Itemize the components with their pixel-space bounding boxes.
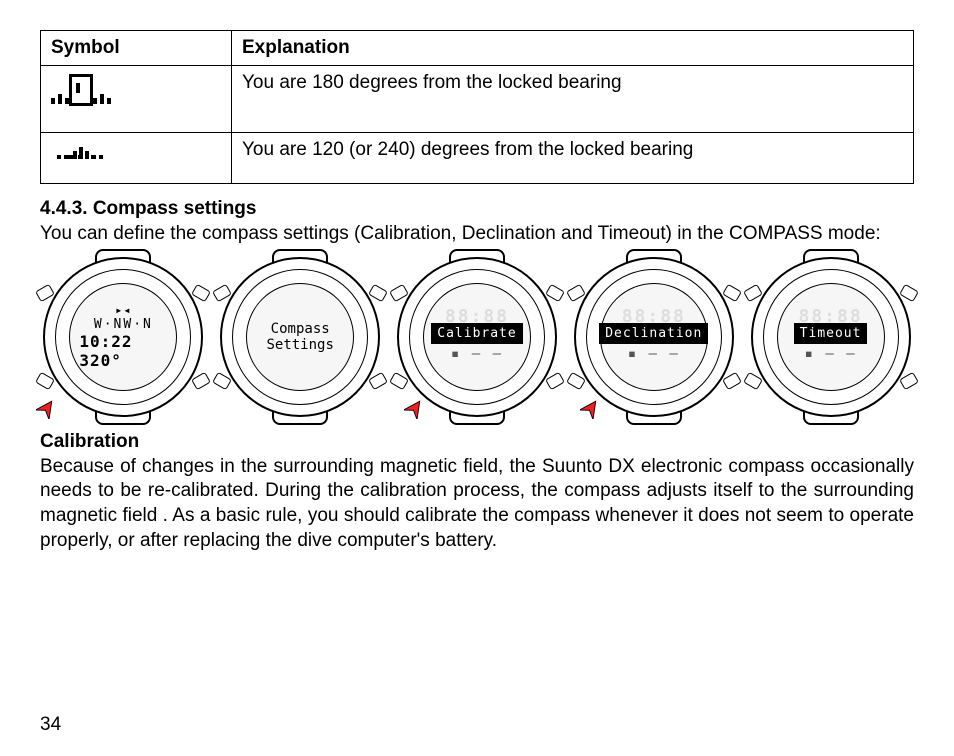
lcd-dashes-icon: ▪ — —	[805, 346, 857, 362]
explanation-cell: You are 120 (or 240) degrees from the lo…	[232, 133, 914, 184]
subsection-heading-calibration: Calibration	[40, 431, 914, 453]
section-heading-compass-settings: 4.4.3. Compass settings	[40, 198, 914, 220]
table-header-symbol: Symbol	[41, 31, 232, 66]
explanation-cell: You are 180 degrees from the locked bear…	[232, 66, 914, 133]
page-number: 34	[40, 714, 61, 736]
watch-timeout: 88:88 Timeout ▪ — —	[747, 257, 914, 417]
table-row: You are 120 (or 240) degrees from the lo…	[41, 133, 914, 184]
symbol-explanation-table: Symbol Explanation You are 180 degrees f…	[40, 30, 914, 184]
table-header-explanation: Explanation	[232, 31, 914, 66]
lcd-dashes-icon: ▪ — —	[628, 346, 680, 362]
table-row: You are 180 degrees from the locked bear…	[41, 66, 914, 133]
lcd-menu-label: Declination	[599, 323, 708, 344]
lcd-segment-ghost-icon: 88:88	[445, 311, 509, 324]
section-intro-text: You can define the compass settings (Cal…	[40, 222, 914, 247]
press-arrow-icon	[580, 397, 602, 419]
symbol-180-icon	[41, 66, 232, 133]
watch-compass-settings: Compass Settings	[217, 257, 384, 417]
calibration-body-text: Because of changes in the surrounding ma…	[40, 455, 914, 554]
watch-declination: 88:88 Declination ▪ — —	[570, 257, 737, 417]
press-arrow-icon	[36, 397, 58, 419]
lcd-top-row: ▸◂	[115, 303, 131, 317]
symbol-120-icon	[41, 133, 232, 184]
lcd-time-bearing: 10:22 320°	[79, 332, 167, 370]
press-arrow-icon	[404, 397, 426, 419]
watch-calibrate: 88:88 Calibrate ▪ — —	[394, 257, 561, 417]
lcd-menu-label: Calibrate	[431, 323, 522, 344]
lcd-dashes-icon: ▪ — —	[451, 346, 503, 362]
lcd-segment-ghost-icon: 88:88	[798, 311, 862, 324]
lcd-text-line2: Settings	[266, 337, 333, 353]
lcd-segment-ghost-icon: 88:88	[622, 311, 686, 324]
lcd-text-line1: Compass	[271, 321, 330, 337]
watch-compass-view: ▸◂ W·NW·N 10:22 320°	[40, 257, 207, 417]
lcd-compass-letters: W·NW·N	[94, 317, 153, 332]
watch-sequence-illustration: ▸◂ W·NW·N 10:22 320° Compass Settings	[40, 257, 914, 417]
lcd-menu-label: Timeout	[794, 323, 868, 344]
